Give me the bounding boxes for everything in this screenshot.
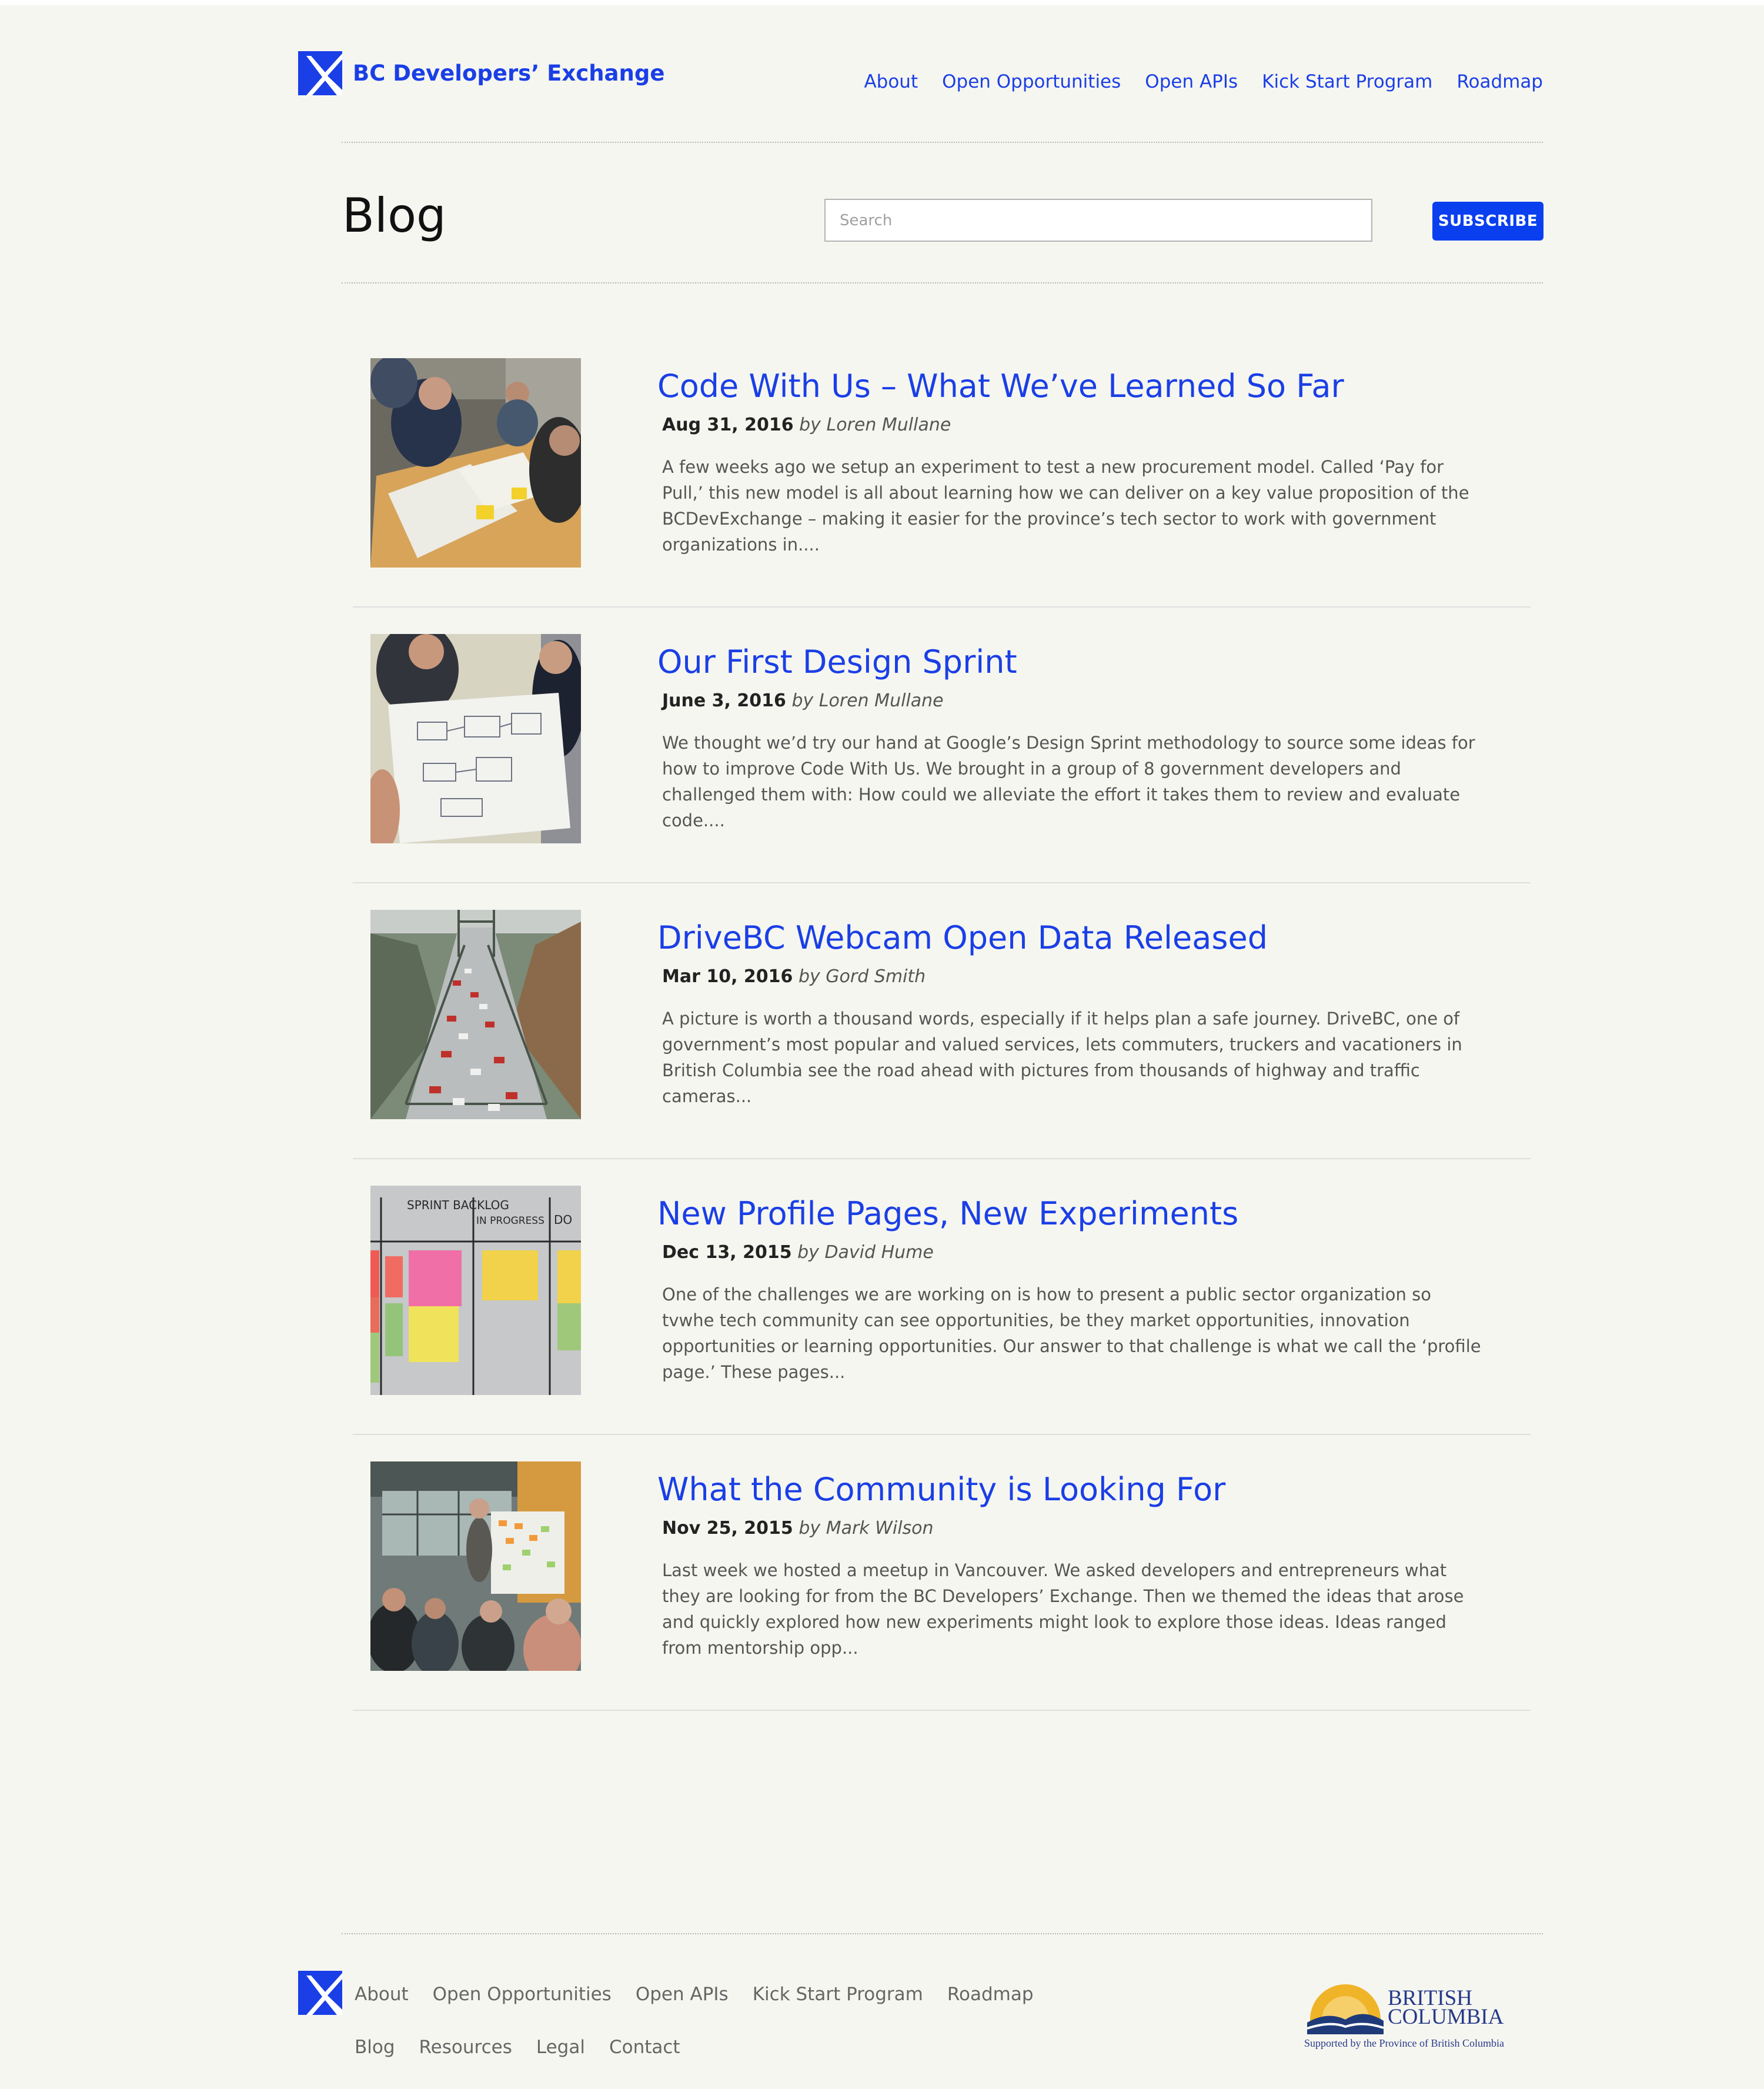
post-excerpt: A few weeks ago we setup an experiment t… xyxy=(662,457,1469,555)
community-meetup-presentation-photo xyxy=(370,1461,581,1671)
post-thumbnail[interactable] xyxy=(370,358,581,568)
backlog-label: SPRINT BACKLOG xyxy=(407,1198,509,1212)
blog-post: Our First Design Sprint June 3, 2016 by … xyxy=(353,606,1531,883)
post-thumbnail[interactable] xyxy=(370,910,581,1119)
nav-open-apis[interactable]: Open APIs xyxy=(1145,71,1238,92)
bc-logo-line2: COLUMBIA xyxy=(1388,2005,1504,2029)
nav-roadmap[interactable]: Roadmap xyxy=(1456,71,1543,92)
footer-nav-kick-start-program[interactable]: Kick Start Program xyxy=(753,1984,923,2005)
blog-post: Code With Us – What We’ve Learned So Far… xyxy=(353,331,1531,608)
blog-post: DriveBC Webcam Open Data Released Mar 10… xyxy=(353,882,1531,1159)
footer-nav-open-apis[interactable]: Open APIs xyxy=(636,1984,729,2005)
post-thumbnail[interactable] xyxy=(370,634,581,843)
nav-kick-start-program[interactable]: Kick Start Program xyxy=(1262,71,1432,92)
footer-nav-open-opportunities[interactable]: Open Opportunities xyxy=(433,1984,612,2005)
footer-nav-blog[interactable]: Blog xyxy=(355,2037,395,2058)
people-working-at-table-photo xyxy=(370,358,581,568)
post-title-link[interactable]: Our First Design Sprint xyxy=(657,643,1017,682)
page: BC Developers’ Exchange About Open Oppor… xyxy=(0,5,1764,2089)
brand-name: BC Developers’ Exchange xyxy=(353,61,665,86)
nav-open-opportunities[interactable]: Open Opportunities xyxy=(942,71,1121,92)
post-meta: Mar 10, 2016 by Gord Smith xyxy=(662,966,926,987)
bc-dev-exchange-logo-icon xyxy=(298,51,342,95)
footer-nav-contact[interactable]: Contact xyxy=(609,2037,680,2058)
post-title-link[interactable]: Code With Us – What We’ve Learned So Far xyxy=(657,368,1344,406)
bc-logo-wordmark: BRITISH COLUMBIA xyxy=(1388,1987,1504,2029)
home-brand-link[interactable]: BC Developers’ Exchange xyxy=(298,51,664,95)
footer-navigation-secondary: Blog Resources Legal Contact xyxy=(355,2037,680,2058)
header-divider xyxy=(342,142,1543,143)
sprint-backlog-sticky-notes-photo: SPRINT BACKLOG IN PROGRESS DO xyxy=(370,1186,581,1395)
footer-navigation-primary: About Open Opportunities Open APIs Kick … xyxy=(355,1984,1034,2005)
bridge-traffic-webcam-photo xyxy=(370,910,581,1119)
post-author: by Loren Mullane xyxy=(791,690,944,711)
british-columbia-logo[interactable]: BRITISH COLUMBIA Supported by the Provin… xyxy=(1304,1978,1531,2052)
title-divider xyxy=(342,282,1543,283)
post-meta: Aug 31, 2016 by Loren Mullane xyxy=(662,415,951,435)
post-date: Dec 13, 2015 xyxy=(662,1242,792,1263)
post-title-link[interactable]: New Profile Pages, New Experiments xyxy=(657,1195,1238,1233)
in-progress-label: IN PROGRESS xyxy=(476,1215,544,1227)
blog-post: What the Community is Looking For Nov 25… xyxy=(353,1434,1531,1711)
nav-about[interactable]: About xyxy=(864,71,918,92)
post-title-link[interactable]: What the Community is Looking For xyxy=(657,1471,1225,1509)
post-author: by Loren Mullane xyxy=(799,415,951,435)
footer-nav-legal[interactable]: Legal xyxy=(536,2037,585,2058)
footer-logo-icon[interactable] xyxy=(298,1971,342,2015)
footer-nav-resources[interactable]: Resources xyxy=(419,2037,512,2058)
bc-logo-tagline: Supported by the Province of British Col… xyxy=(1304,2037,1504,2049)
post-author: by Gord Smith xyxy=(798,966,926,987)
search-input[interactable] xyxy=(824,199,1372,242)
done-label: DO xyxy=(554,1213,572,1227)
post-excerpt: Last week we hosted a meetup in Vancouve… xyxy=(662,1560,1464,1658)
post-author: by David Hume xyxy=(797,1242,934,1263)
post-excerpt: One of the challenges we are working on … xyxy=(662,1284,1481,1382)
footer-divider xyxy=(342,1933,1543,1934)
post-title-link[interactable]: DriveBC Webcam Open Data Released xyxy=(657,919,1268,957)
page-title: Blog xyxy=(342,188,446,243)
footer-nav-roadmap[interactable]: Roadmap xyxy=(947,1984,1034,2005)
footer-nav-about[interactable]: About xyxy=(355,1984,409,2005)
design-sprint-poster-photo xyxy=(370,634,581,843)
post-date: Aug 31, 2016 xyxy=(662,415,794,435)
post-thumbnail[interactable]: SPRINT BACKLOG IN PROGRESS DO xyxy=(370,1186,581,1395)
bc-sun-mountains-icon xyxy=(1307,1984,1384,2034)
post-meta: Dec 13, 2015 by David Hume xyxy=(662,1242,934,1263)
subscribe-button[interactable]: SUBSCRIBE xyxy=(1432,202,1544,241)
post-excerpt: A picture is worth a thousand words, esp… xyxy=(662,1009,1462,1106)
post-excerpt: We thought we’d try our hand at Google’s… xyxy=(662,733,1475,830)
post-thumbnail[interactable] xyxy=(370,1461,581,1671)
post-date: Nov 25, 2015 xyxy=(662,1518,793,1539)
post-author: by Mark Wilson xyxy=(799,1518,934,1539)
post-meta: June 3, 2016 by Loren Mullane xyxy=(662,690,944,711)
post-date: June 3, 2016 xyxy=(662,690,786,711)
blog-post: SPRINT BACKLOG IN PROGRESS DO New Profil… xyxy=(353,1158,1531,1435)
top-navigation: About Open Opportunities Open APIs Kick … xyxy=(864,71,1543,92)
post-meta: Nov 25, 2015 by Mark Wilson xyxy=(662,1518,934,1539)
post-date: Mar 10, 2016 xyxy=(662,966,793,987)
